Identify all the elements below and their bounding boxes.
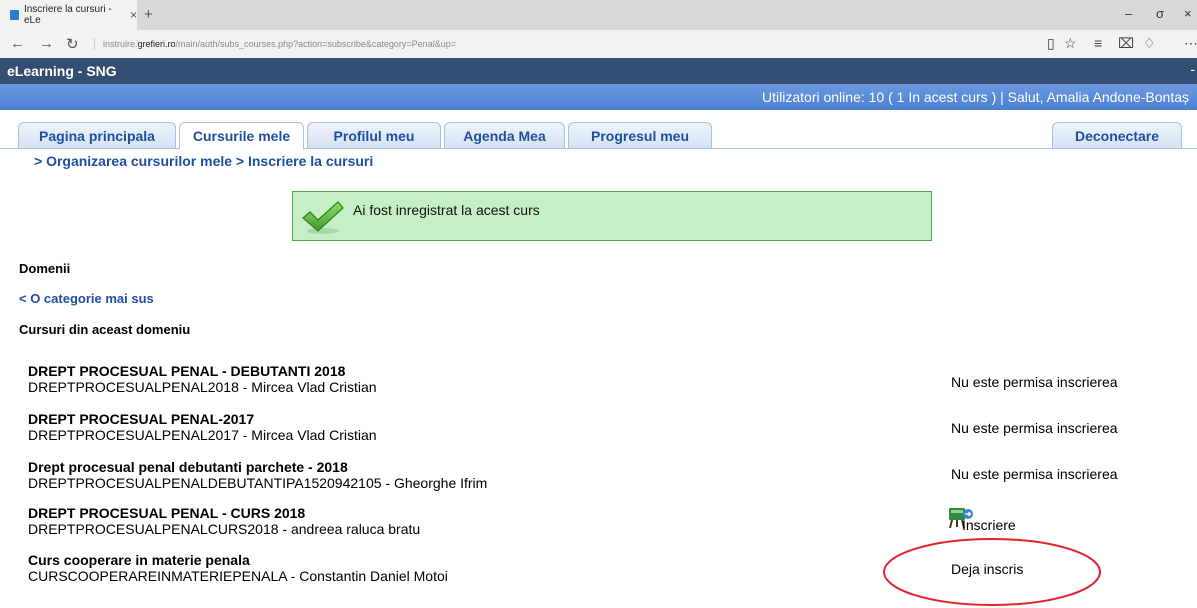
minimize-icon[interactable]: – xyxy=(1125,6,1132,21)
url-prefix: instruire. xyxy=(103,39,138,49)
course-title: DREPT PROCESUAL PENAL - DEBUTANTI 2018 xyxy=(28,363,346,379)
course-item: Curs cooperare in materie penala CURSCOO… xyxy=(28,552,448,584)
site-title: eLearning - SNG xyxy=(7,63,117,79)
browser-tabstrip: Inscriere la cursuri - eLe × + – σ × xyxy=(0,0,1197,30)
course-title: DREPT PROCESUAL PENAL - CURS 2018 xyxy=(28,505,306,521)
course-item: DREPT PROCESUAL PENAL - DEBUTANTI 2018 D… xyxy=(28,363,377,395)
user-info-bar: Utilizatori online: 10 ( 1 In acest curs… xyxy=(0,84,1197,110)
confirmation-message: Ai fost inregistrat la acest curs xyxy=(292,191,932,241)
refresh-icon[interactable]: ↻ xyxy=(66,35,79,53)
course-title: Drept procesual penal debutanti parchete… xyxy=(28,459,348,475)
share-icon[interactable]: ♢ xyxy=(1143,35,1156,52)
course-title: Curs cooperare in materie penala xyxy=(28,552,250,568)
maximize-icon[interactable]: σ xyxy=(1156,6,1164,21)
course-status: Nu este permisa inscrierea xyxy=(951,374,1118,390)
category-up-link[interactable]: < O categorie mai sus xyxy=(19,291,154,306)
web-note-icon[interactable]: ⌧ xyxy=(1118,35,1134,52)
annotation-ellipse xyxy=(883,538,1101,606)
course-status: Nu este permisa inscrierea xyxy=(951,466,1118,482)
reading-view-icon[interactable]: ▯ xyxy=(1047,35,1055,52)
site-favicon-icon xyxy=(10,10,19,20)
online-users-greeting: Utilizatori online: 10 ( 1 In acest curs… xyxy=(762,89,1189,105)
hub-icon[interactable]: ≡ xyxy=(1094,35,1102,51)
url-path: /main/auth/subs_courses.php?action=subsc… xyxy=(175,39,456,49)
course-code-teacher: DREPTPROCESUALPENALDEBUTANTIPA1520942105… xyxy=(28,475,488,491)
course-status: Nu este permisa inscrierea xyxy=(951,420,1118,436)
course-code-teacher: DREPTPROCESUALPENAL2017 - Mircea Vlad Cr… xyxy=(28,427,377,443)
domains-heading: Domenii xyxy=(19,261,71,276)
tab-cursurile-mele[interactable]: Cursurile mele xyxy=(179,122,304,149)
back-icon[interactable]: ← xyxy=(10,35,25,52)
course-code-teacher: DREPTPROCESUALPENAL2018 - Mircea Vlad Cr… xyxy=(28,379,377,395)
favorite-star-icon[interactable]: ☆ xyxy=(1064,35,1077,52)
checkmark-icon xyxy=(302,201,344,234)
new-tab-icon[interactable]: + xyxy=(144,6,153,23)
course-title: DREPT PROCESUAL PENAL-2017 xyxy=(28,411,255,427)
course-item: DREPT PROCESUAL PENAL-2017 DREPTPROCESUA… xyxy=(28,411,377,443)
confirmation-text: Ai fost inregistrat la acest curs xyxy=(353,202,540,218)
subscribe-label[interactable]: Inscriere xyxy=(962,517,1016,533)
forward-icon[interactable]: → xyxy=(39,35,54,52)
url-field[interactable]: instruire.grefieri.ro/main/auth/subs_cou… xyxy=(94,38,456,50)
course-item: Drept procesual penal debutanti parchete… xyxy=(28,459,487,491)
course-code-teacher: CURSCOOPERAREINMATERIEPENALA - Constanti… xyxy=(28,568,448,584)
course-code-teacher: DREPTPROCESUALPENALCURS2018 - andreea ra… xyxy=(28,521,421,537)
url-domain: grefieri.ro xyxy=(137,39,176,49)
tab-close-icon[interactable]: × xyxy=(130,8,137,22)
browser-tab[interactable]: Inscriere la cursuri - eLe × xyxy=(0,0,137,30)
tab-agenda-mea[interactable]: Agenda Mea xyxy=(444,122,565,148)
course-item: DREPT PROCESUAL PENAL - CURS 2018 DREPTP… xyxy=(28,505,420,537)
tab-progresul-meu[interactable]: Progresul meu xyxy=(568,122,712,148)
main-nav: Pagina principala Cursurile mele Profilu… xyxy=(0,118,1197,149)
tab-pagina-principala[interactable]: Pagina principala xyxy=(18,122,176,148)
window-close-icon[interactable]: × xyxy=(1184,6,1192,21)
site-header: eLearning - SNG - xyxy=(0,58,1197,84)
browser-tab-title: Inscriere la cursuri - eLe xyxy=(23,4,112,26)
courses-heading: Cursuri din aceast domeniu xyxy=(19,322,191,337)
header-right-mark: - xyxy=(1190,61,1195,77)
breadcrumb[interactable]: > Organizarea cursurilor mele > Inscrier… xyxy=(34,153,373,169)
tab-profilul-meu[interactable]: Profilul meu xyxy=(307,122,441,148)
address-bar: ← → ↻ instruire.grefieri.ro/main/auth/su… xyxy=(0,30,1197,59)
logout-button[interactable]: Deconectare xyxy=(1052,122,1182,148)
more-icon[interactable]: ⋯ xyxy=(1184,35,1197,52)
